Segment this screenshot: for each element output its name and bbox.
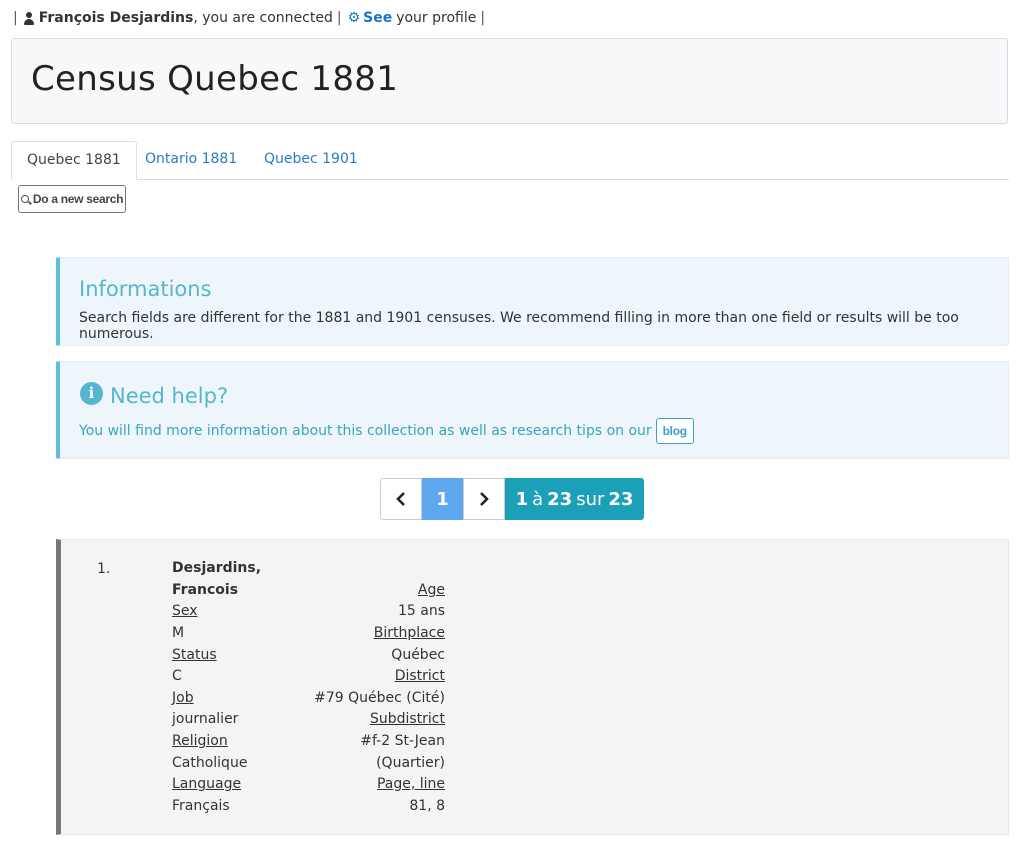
count-from: 1	[515, 488, 529, 510]
info-icon: i	[80, 382, 103, 405]
profile-text: your profile	[396, 10, 477, 26]
tab-ontario-1881[interactable]: Ontario 1881	[130, 141, 252, 178]
informations-text: Search fields are different for the 1881…	[79, 310, 959, 342]
page-header: Census Quebec 1881	[11, 38, 1008, 124]
status-label: Status	[172, 647, 217, 663]
tab-quebec-1881[interactable]: Quebec 1881	[11, 141, 137, 180]
help-text: You will find more information about thi…	[79, 423, 652, 439]
see-profile-link[interactable]: See	[363, 10, 392, 26]
page-line-label: Page, line	[376, 776, 445, 792]
subdistrict-value-line1: #f-2 St-Jean	[360, 733, 445, 749]
result-count: 1 à 23 sur 23	[505, 478, 644, 520]
subdistrict-label: Subdistrict	[369, 711, 445, 727]
chevron-left-icon	[396, 492, 405, 506]
blog-button[interactable]: blog	[655, 418, 694, 444]
sex-label: Sex	[172, 603, 198, 619]
birthplace-value: Québec	[391, 647, 445, 663]
new-search-button[interactable]: Do a new search	[18, 185, 126, 213]
search-icon	[20, 195, 29, 203]
sex-value: M	[172, 625, 185, 641]
status-value: C	[172, 668, 182, 684]
separator: |	[336, 10, 342, 26]
district-value: #79 Québec (Cité)	[314, 690, 445, 706]
job-value: journalier	[172, 711, 239, 727]
result-name-line1[interactable]: Desjardins,	[172, 560, 261, 576]
gear-icon[interactable]: ⚙	[348, 10, 361, 26]
page-title: Census Quebec 1881	[31, 59, 399, 99]
previous-page-button[interactable]	[380, 478, 422, 520]
pagination: 1 1 à 23 sur 23	[380, 478, 644, 520]
current-page[interactable]: 1	[422, 478, 463, 520]
informations-title: Informations	[79, 277, 212, 301]
district-label: District	[394, 668, 445, 684]
user-icon	[23, 11, 35, 25]
separator: |	[13, 10, 18, 26]
next-page-button[interactable]	[463, 478, 505, 520]
tab-quebec-1901[interactable]: Quebec 1901	[249, 141, 373, 178]
new-search-label: Do a new search	[32, 192, 124, 206]
informations-alert: Informations Search fields are different…	[56, 257, 1009, 346]
count-of-word: sur	[576, 488, 605, 510]
subdistrict-value-line2: (Quartier)	[376, 755, 445, 771]
result-index: 1.	[97, 561, 111, 577]
job-label: Job	[172, 690, 194, 706]
help-title: Need help?	[110, 384, 229, 408]
religion-value: Catholique	[172, 755, 248, 771]
page-line-value: 81, 8	[409, 798, 445, 814]
religion-label: Religion	[172, 733, 228, 749]
user-name: François Desjardins	[38, 10, 194, 26]
count-to: 23	[547, 488, 573, 510]
help-alert: i Need help? You will find more informat…	[56, 361, 1009, 459]
birthplace-label: Birthplace	[373, 625, 445, 641]
collection-tabs: Quebec 1881 Ontario 1881 Quebec 1901	[11, 141, 1009, 180]
help-text-line: You will find more information about thi…	[79, 418, 694, 444]
separator: |	[480, 10, 486, 26]
count-to-word: à	[532, 488, 544, 510]
chevron-right-icon	[480, 492, 489, 506]
top-user-bar: | François Desjardins , you are connecte…	[13, 10, 489, 26]
result-name-line2[interactable]: Francois	[172, 582, 238, 598]
language-label: Language	[172, 776, 242, 792]
age-label: Age	[417, 582, 445, 598]
language-value: Français	[172, 798, 230, 814]
result-card: 1. Desjardins, Francois Sex M Status C J…	[56, 539, 1009, 835]
age-value: 15 ans	[397, 603, 445, 619]
count-total: 23	[608, 488, 634, 510]
connected-text: , you are connected	[193, 10, 333, 26]
